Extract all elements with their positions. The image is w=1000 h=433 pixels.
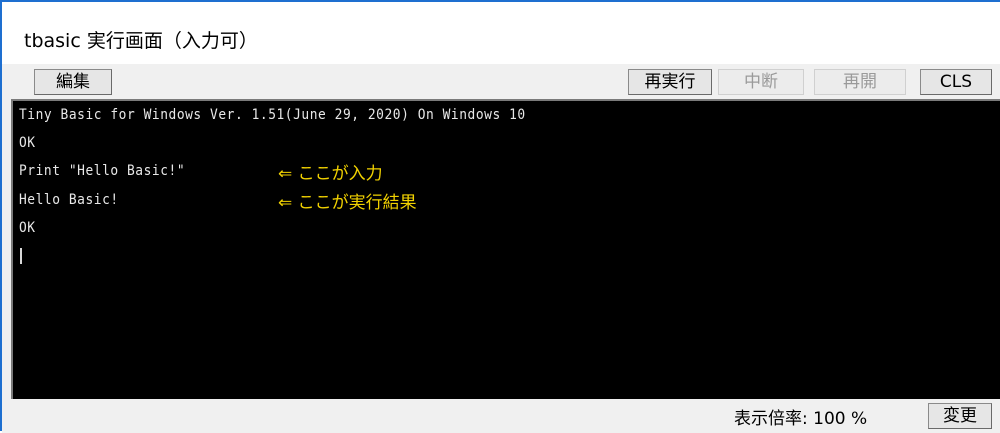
console-line: OK (19, 220, 36, 236)
cls-button[interactable]: CLS (920, 69, 992, 95)
pause-button[interactable]: 中断 (718, 69, 804, 95)
edit-button[interactable]: 編集 (34, 69, 112, 95)
text-cursor (20, 248, 22, 264)
change-zoom-button[interactable]: 変更 (928, 403, 992, 429)
console-line: Tiny Basic for Windows Ver. 1.51(June 29… (19, 107, 526, 123)
rerun-button[interactable]: 再実行 (628, 69, 712, 95)
window-title: tbasic 実行画面（入力可） (24, 30, 258, 52)
console-output[interactable]: Tiny Basic for Windows Ver. 1.51(June 29… (11, 99, 1000, 399)
resume-button[interactable]: 再開 (814, 69, 906, 95)
zoom-label: 表示倍率: 100 % (734, 409, 868, 429)
title-bar: tbasic 実行画面（入力可） (2, 2, 1000, 64)
console-line: Print "Hello Basic!" (19, 163, 186, 179)
zoom-value: 100 % (813, 409, 868, 429)
toolbar: 編集 再実行 中断 再開 CLS (2, 64, 1000, 98)
status-bar: 表示倍率: 100 % 変更 (2, 399, 1000, 433)
input-annotation: ⇐ ここが入力 (278, 164, 383, 184)
result-annotation: ⇐ ここが実行結果 (278, 193, 417, 213)
console-line: OK (19, 135, 36, 151)
tbasic-window: tbasic 実行画面（入力可） 編集 再実行 中断 再開 CLS Tiny B… (0, 0, 1000, 433)
console-line: Hello Basic! (19, 192, 119, 208)
